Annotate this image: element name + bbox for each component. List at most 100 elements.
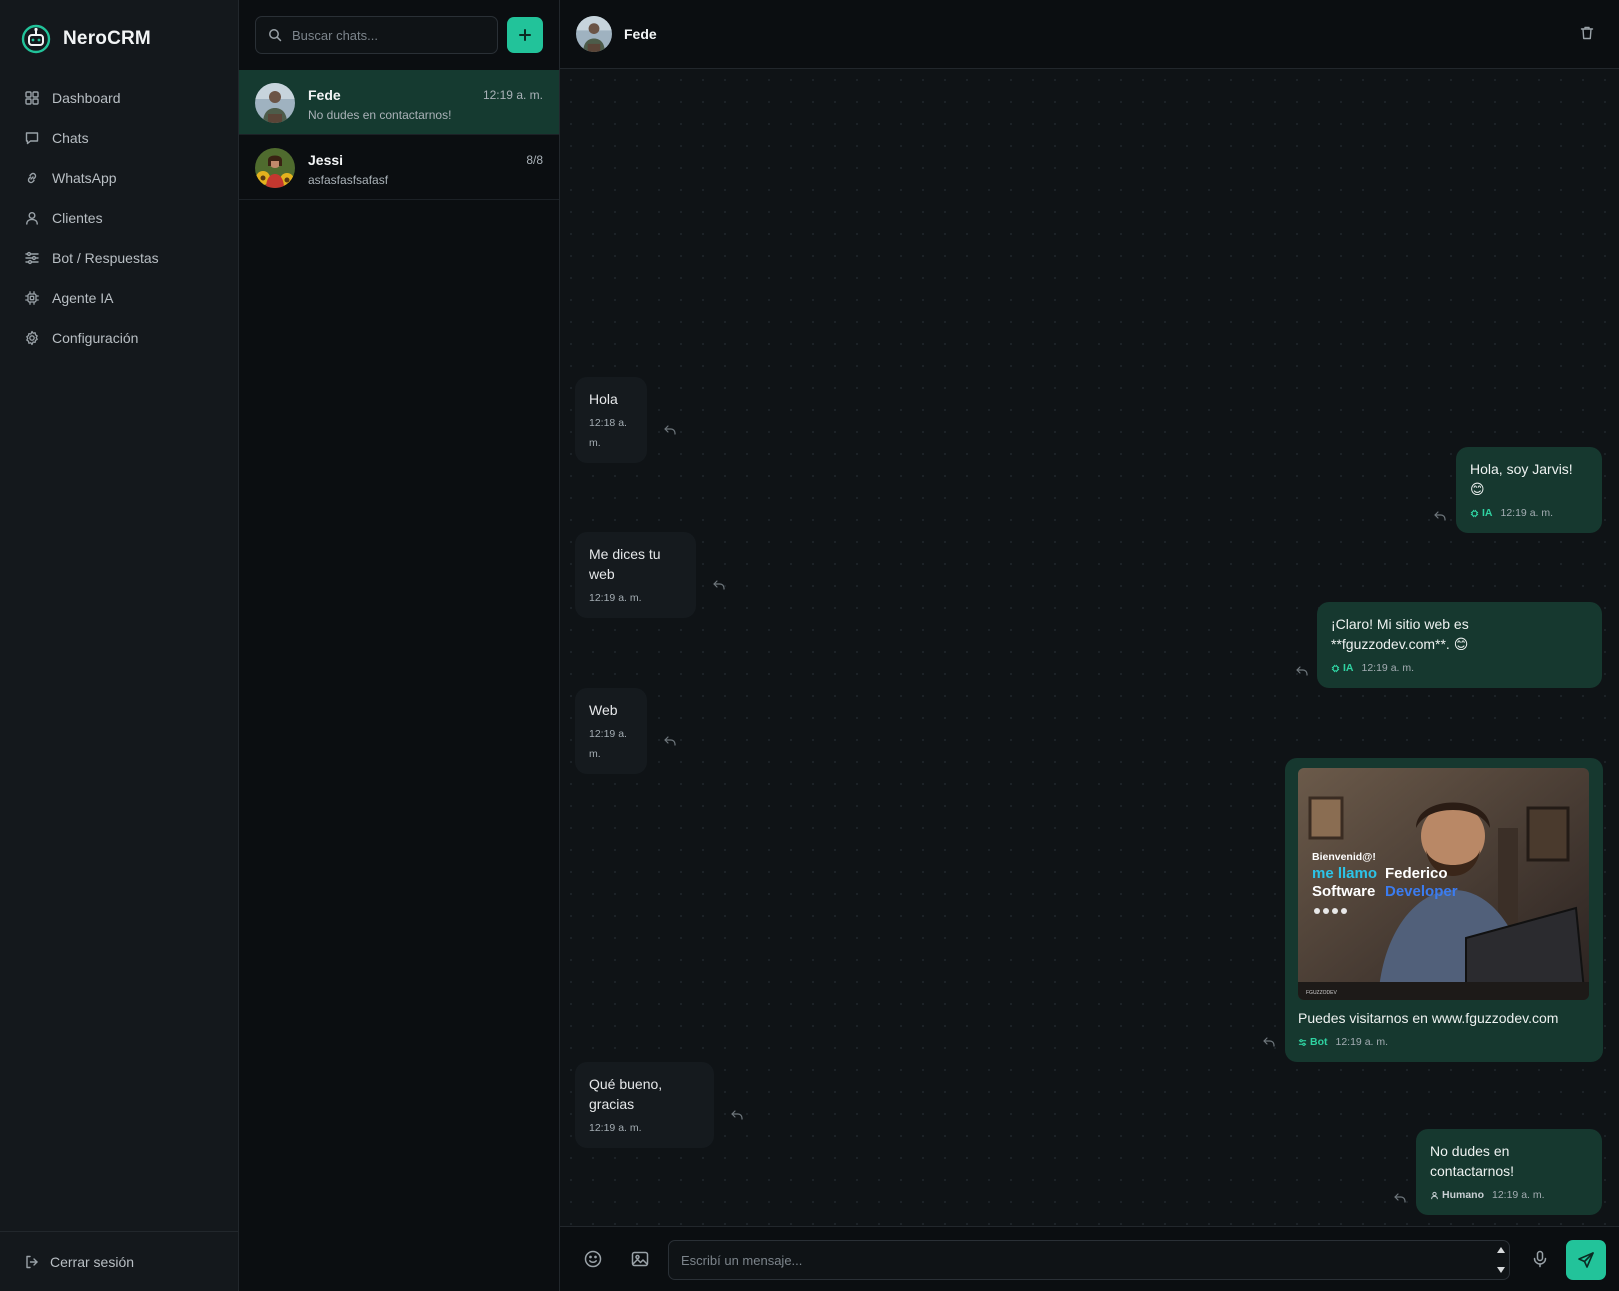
message-source-ai: IA — [1331, 658, 1354, 678]
reply-button[interactable] — [663, 734, 677, 746]
message-input[interactable] — [668, 1240, 1510, 1280]
sidebar: NeroCRM Dashboard Chats WhatsApp Cliente… — [0, 0, 239, 1291]
message-text: No dudes en contactarnos! — [1430, 1143, 1515, 1179]
sidebar-item-clientes[interactable]: Clientes — [0, 198, 239, 238]
gear-icon — [26, 330, 38, 346]
logout-label: Cerrar sesión — [50, 1254, 135, 1270]
sliders-icon — [25, 251, 39, 265]
reply-button[interactable] — [1262, 1035, 1276, 1047]
search-box[interactable] — [255, 16, 498, 54]
reply-button[interactable] — [663, 423, 677, 435]
cpu-icon — [1331, 664, 1340, 672]
sidebar-item-chats[interactable]: Chats — [0, 118, 239, 158]
sidebar-item-configuracion[interactable]: Configuración — [0, 318, 239, 358]
avatar[interactable] — [576, 16, 612, 52]
message-text: Hola — [589, 391, 618, 407]
reply-icon — [731, 1110, 743, 1120]
dashboard-grid-icon — [25, 91, 39, 105]
voice-record-button[interactable] — [1529, 1249, 1551, 1271]
link-icon — [27, 172, 37, 184]
image-icon — [631, 1251, 649, 1267]
robot-logo-icon — [21, 24, 51, 54]
message-text: Web — [589, 702, 618, 718]
reply-icon — [1296, 666, 1308, 676]
brand[interactable]: NeroCRM — [21, 24, 151, 54]
new-chat-button[interactable] — [507, 17, 543, 53]
brand-name: NeroCRM — [63, 28, 151, 49]
image-text-line3b: Developer — [1385, 883, 1458, 900]
message-incoming[interactable]: Qué bueno, gracias 12:19 a. m. — [575, 1062, 714, 1148]
message-incoming[interactable]: Web 12:19 a. m. — [575, 688, 647, 774]
microphone-icon — [1533, 1250, 1547, 1268]
cpu-icon — [25, 291, 39, 305]
message-text: Me dices tu web — [589, 546, 661, 582]
user-icon — [1431, 1191, 1438, 1199]
reply-icon — [1434, 511, 1446, 521]
message-time: 12:19 a. m. — [1335, 1036, 1389, 1048]
send-button[interactable] — [1566, 1240, 1606, 1280]
sidebar-footer: Cerrar sesión — [0, 1231, 239, 1291]
message-text: Qué bueno, gracias — [589, 1076, 663, 1112]
sidebar-item-whatsapp[interactable]: WhatsApp — [0, 158, 239, 198]
delete-chat-button[interactable] — [1577, 24, 1597, 44]
chat-list-item-fede[interactable]: Fede No dudes en contactarnos! 12:19 a. … — [239, 70, 559, 135]
message-time: 12:19 a. m. — [589, 1122, 642, 1134]
reply-button[interactable] — [1393, 1191, 1407, 1203]
contact-name: Fede — [624, 26, 657, 42]
sidebar-item-agente-ia[interactable]: Agente IA — [0, 278, 239, 318]
chat-time: 12:19 a. m. — [482, 88, 543, 102]
search-input[interactable] — [292, 27, 482, 43]
sidebar-item-dashboard[interactable]: Dashboard — [0, 78, 239, 118]
chat-list-item-jessi[interactable]: Jessi asfasfasfsafasf 8/8 — [239, 135, 559, 200]
sidebar-item-label: Chats — [52, 130, 89, 146]
message-time: 12:19 a. m. — [1500, 507, 1554, 519]
message-image[interactable]: Bienvenid@! me llamo Federico Software D… — [1298, 768, 1589, 1000]
message-source-human: Humano — [1430, 1185, 1484, 1205]
chat-preview: No dudes en contactarnos! — [308, 108, 452, 122]
message-incoming[interactable]: Me dices tu web 12:19 a. m. — [575, 532, 696, 618]
cpu-icon — [1470, 509, 1479, 517]
emoji-button[interactable] — [582, 1249, 604, 1271]
reply-icon — [664, 425, 676, 435]
message-outgoing[interactable]: ¡Claro! Mi sitio web es **fguzzodev.com*… — [1317, 602, 1602, 688]
sidebar-item-label: Dashboard — [52, 90, 121, 106]
message-incoming[interactable]: Hola 12:18 a. m. — [575, 377, 647, 463]
avatar — [255, 83, 295, 123]
chat-bubble-icon — [25, 132, 39, 145]
chat-time: 8/8 — [526, 153, 543, 167]
message-thread[interactable]: Hola 12:18 a. m. Hola, soy Jarvis! 😊 IA … — [560, 69, 1619, 1226]
attach-image-button[interactable] — [629, 1249, 651, 1271]
message-text: ¡Claro! Mi sitio web es **fguzzodev.com*… — [1331, 616, 1469, 652]
message-time: 12:19 a. m. — [589, 728, 627, 760]
reply-button[interactable] — [1433, 509, 1447, 521]
message-outgoing[interactable]: Hola, soy Jarvis! 😊 IA 12:19 a. m. — [1456, 447, 1602, 533]
user-icon — [26, 212, 38, 225]
smile-icon — [584, 1250, 602, 1268]
message-outgoing-image[interactable]: Bienvenid@! me llamo Federico Software D… — [1285, 758, 1603, 1062]
message-text: Hola, soy Jarvis! 😊 — [1470, 461, 1573, 497]
reply-button[interactable] — [1295, 664, 1309, 676]
sidebar-item-bot-respuestas[interactable]: Bot / Respuestas — [0, 238, 239, 278]
sidebar-item-label: WhatsApp — [52, 170, 117, 186]
chat-list-panel: Fede No dudes en contactarnos! 12:19 a. … — [239, 0, 560, 1291]
sidebar-item-label: Bot / Respuestas — [52, 250, 159, 266]
reply-icon — [713, 580, 725, 590]
reply-button[interactable] — [712, 578, 726, 590]
resize-stepper-icon[interactable] — [1495, 1243, 1507, 1277]
image-text-line2a: me llamo — [1312, 865, 1377, 882]
chat-name: Fede — [308, 87, 341, 103]
message-source-ai: IA — [1470, 503, 1493, 523]
search-icon — [269, 29, 282, 42]
message-outgoing[interactable]: No dudes en contactarnos! Humano 12:19 a… — [1416, 1129, 1602, 1215]
message-text: Puedes visitarnos en www.fguzzodev.com — [1298, 1010, 1559, 1026]
sliders-icon — [1298, 1038, 1307, 1046]
logout-button[interactable]: Cerrar sesión — [0, 1232, 239, 1291]
message-time: 12:19 a. m. — [589, 592, 642, 604]
avatar — [255, 148, 295, 188]
message-composer — [560, 1226, 1619, 1291]
image-text-line1: Bienvenid@! — [1312, 851, 1376, 863]
conversation-header: Fede — [560, 0, 1619, 69]
sidebar-item-label: Configuración — [52, 330, 139, 346]
reply-icon — [664, 736, 676, 746]
reply-button[interactable] — [730, 1108, 744, 1120]
